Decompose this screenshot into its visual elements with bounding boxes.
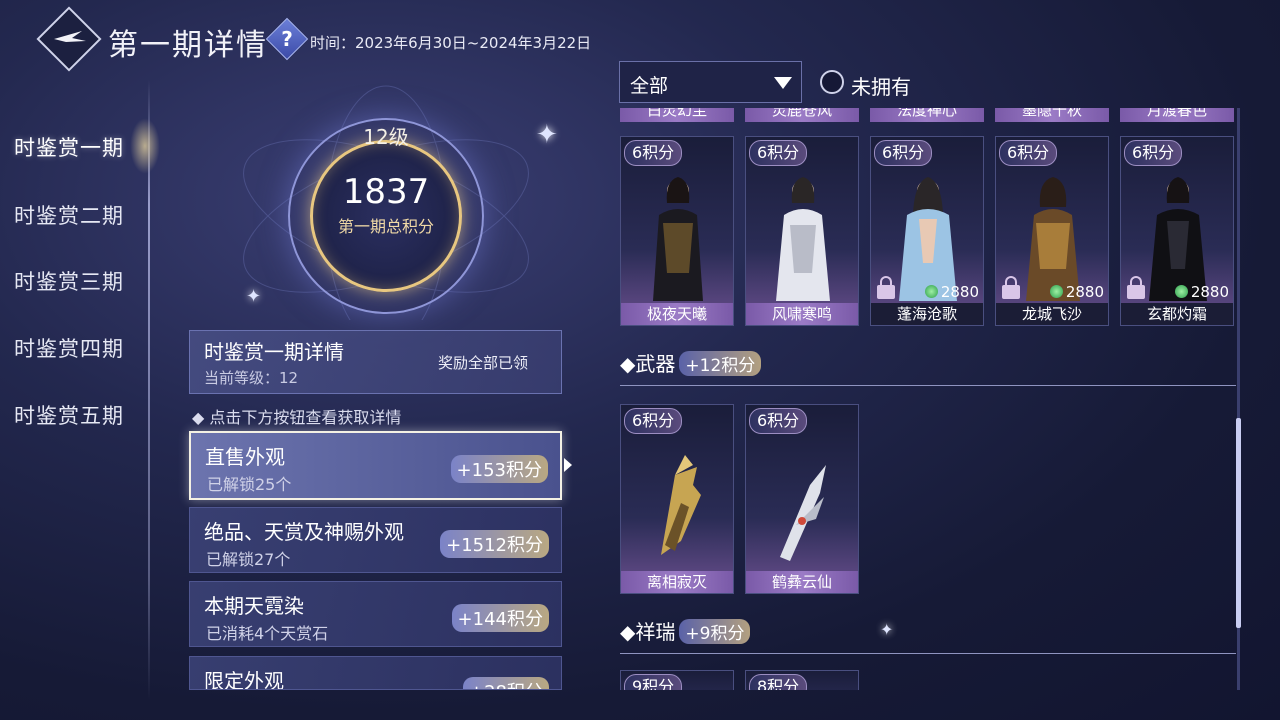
weapon-gauntlet-icon (661, 455, 701, 555)
points-badge: 6积分 (749, 140, 808, 166)
outfit-figure-icon (653, 177, 703, 301)
category-direct-sale[interactable]: 直售外观 已解锁25个 +153积分 (189, 431, 562, 500)
not-owned-label[interactable]: 未拥有 (851, 71, 911, 100)
category-premium-outfits[interactable]: 绝品、天赏及神赐外观 已解锁27个 +1512积分 (189, 507, 562, 573)
outfit-card[interactable]: 6积分 2880 玄都灼霜 (1120, 136, 1234, 326)
category-sub: 已消耗4个天赏石 (206, 624, 329, 643)
outfit-name: 玄都灼霜 (1121, 303, 1233, 325)
page-title: 第一期详情 (108, 28, 268, 63)
hint-text: ◆ 点击下方按钮查看获取详情 (192, 408, 402, 427)
category-name: 限定外观 (204, 669, 284, 690)
section-divider (620, 385, 1236, 386)
weapon-name: 鹤彝云仙 (746, 571, 858, 593)
reward-status: 奖励全部已领 (438, 354, 529, 372)
outfit-figure-icon (1149, 177, 1207, 301)
sidebar-item-period-2[interactable]: 时鉴赏二期 (14, 200, 124, 230)
sidebar-item-period-3[interactable]: 时鉴赏三期 (14, 266, 124, 296)
current-level-text: 当前等级：12 (204, 369, 299, 387)
points-badge: 8积分 (749, 674, 808, 690)
outfit-card[interactable]: 6积分 2880 蓬海沧歌 (870, 136, 984, 326)
selected-arrow-icon (564, 458, 572, 472)
outfit-card[interactable]: 6积分 风啸寒鸣 (745, 136, 859, 326)
jade-coin-icon (924, 285, 938, 298)
category-sub: 已解锁27个 (206, 550, 291, 569)
section-divider (620, 653, 1236, 654)
outfit-card[interactable]: 6积分 2880 龙城飞沙 (995, 136, 1109, 326)
outfit-name: 风啸寒鸣 (746, 303, 858, 325)
category-points: +28积分 (463, 677, 549, 689)
sidebar-item-period-1[interactable]: 时鉴赏一期 (14, 132, 124, 162)
category-name: 绝品、天赏及神赐外观 (204, 520, 404, 544)
weapon-card[interactable]: 6积分 离相寂灭 (620, 404, 734, 594)
period-text: 时间：2023年6月30日~2024年3月22日 (310, 34, 592, 52)
items-panel[interactable]: 白灵幻尘 灵鹿苍风 法度禅心 墨隐千秋 月渡春色 6积分 极夜天曦 6积分 风啸… (614, 108, 1242, 690)
weapon-section-title: ◆武器 +12积分 (620, 348, 762, 377)
category-points: +144积分 (451, 604, 549, 632)
outfit-price: 2880 (1174, 283, 1229, 301)
outfit-name-cut: 墨隐千秋 (995, 108, 1109, 122)
weapon-card[interactable]: 6积分 鹤彝云仙 (745, 404, 859, 594)
outfit-name-cut: 灵鹿苍风 (745, 108, 859, 122)
total-score: 1837 (342, 172, 430, 212)
sidebar-item-period-5[interactable]: 时鉴赏五期 (14, 400, 124, 430)
outfit-name-cut: 月渡春色 (1120, 108, 1234, 122)
total-score-label: 第一期总积分 (337, 217, 434, 236)
chevron-down-icon (774, 77, 792, 89)
category-dye[interactable]: 本期天霓染 已消耗4个天赏石 +144积分 (189, 581, 562, 647)
outfit-name: 龙城飞沙 (996, 303, 1108, 325)
outfit-figure-icon (776, 177, 830, 301)
filter-selected-value: 全部 (630, 75, 669, 97)
category-limited[interactable]: 限定外观 +28积分 (189, 656, 562, 690)
category-sub: 已解锁25个 (207, 475, 292, 494)
lock-icon (1127, 276, 1145, 299)
sparkle-icon: ✦ (246, 286, 262, 307)
weapon-blade-icon (780, 465, 826, 561)
sparkle-icon: ✦ (536, 120, 558, 150)
auspicious-section-points: +9积分 (679, 619, 751, 644)
auspicious-card[interactable]: 8积分 (745, 670, 859, 690)
outfit-price: 2880 (1049, 283, 1104, 301)
points-badge: 6积分 (624, 140, 683, 166)
auspicious-card[interactable]: 9积分 (620, 670, 734, 690)
back-arrow-icon (54, 31, 86, 42)
outfit-name-cut: 法度禅心 (870, 108, 984, 122)
points-badge: 9积分 (624, 674, 683, 690)
outfit-name: 极夜天曦 (621, 303, 733, 325)
question-icon[interactable]: ? (272, 24, 302, 54)
outfit-figure-icon (899, 177, 957, 301)
weapon-name: 离相寂灭 (621, 571, 733, 593)
active-indicator (130, 118, 160, 174)
scrollbar-thumb[interactable] (1236, 418, 1241, 628)
points-badge: 6积分 (624, 408, 683, 434)
outfit-figure-icon (1026, 177, 1080, 301)
outfit-card[interactable]: 6积分 极夜天曦 (620, 136, 734, 326)
jade-coin-icon (1049, 285, 1063, 298)
outfit-name-cut: 白灵幻尘 (620, 108, 734, 122)
category-name: 本期天霓染 (204, 594, 304, 618)
outfit-price: 2880 (924, 283, 979, 301)
lock-icon (1002, 276, 1020, 299)
points-badge: 6积分 (1124, 140, 1183, 166)
lock-icon (877, 276, 895, 299)
category-points: +1512积分 (440, 530, 549, 558)
detail-title: 时鉴赏一期详情 (204, 340, 344, 364)
outfit-name: 蓬海沧歌 (871, 303, 983, 325)
category-points: +153积分 (450, 455, 548, 483)
points-badge: 6积分 (749, 408, 808, 434)
level-label: 12级 (363, 125, 409, 149)
auspicious-section-title: ◆祥瑞 +9积分 (620, 616, 751, 645)
sidebar-item-period-4[interactable]: 时鉴赏四期 (14, 333, 124, 363)
category-name: 直售外观 (205, 445, 285, 469)
weapon-section-points: +12积分 (679, 351, 762, 376)
not-owned-radio[interactable] (820, 70, 844, 94)
points-badge: 6积分 (874, 140, 933, 166)
jade-coin-icon (1174, 285, 1188, 298)
points-badge: 6积分 (999, 140, 1058, 166)
